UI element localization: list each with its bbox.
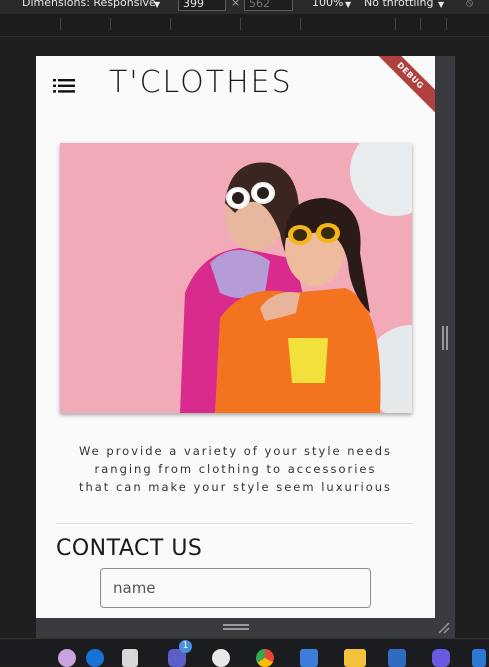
globe-icon[interactable] bbox=[86, 649, 104, 667]
mail-icon[interactable] bbox=[388, 649, 406, 667]
paint-icon[interactable] bbox=[58, 649, 76, 667]
rotate-icon[interactable]: ⦸ bbox=[466, 0, 473, 8]
devtools-toolbar: Dimensions: Responsive ▼ 399 × 562 100% … bbox=[0, 0, 489, 14]
height-input[interactable]: 562 bbox=[244, 0, 293, 11]
contact-heading: CONTACT US bbox=[56, 536, 203, 561]
menu-icon[interactable] bbox=[53, 78, 75, 97]
viewport-bottom-handle[interactable] bbox=[36, 618, 455, 638]
tick bbox=[110, 18, 111, 30]
dimensions-chevron-icon: ▼ bbox=[154, 0, 161, 9]
tick bbox=[395, 18, 396, 30]
store-icon[interactable] bbox=[472, 649, 486, 667]
tick bbox=[60, 18, 61, 30]
viewport-right-handle[interactable] bbox=[435, 56, 455, 618]
resize-grip-icon bbox=[223, 624, 249, 626]
myob-icon[interactable] bbox=[300, 649, 318, 667]
phone-icon[interactable] bbox=[212, 649, 230, 667]
name-field[interactable] bbox=[100, 568, 371, 608]
tick bbox=[420, 18, 421, 30]
tick bbox=[170, 18, 171, 30]
resize-grip-icon bbox=[442, 326, 444, 350]
divider bbox=[56, 523, 414, 524]
description-line: that can make your style seem luxurious bbox=[78, 480, 393, 494]
hero-image bbox=[60, 143, 412, 413]
teams-icon[interactable]: 1 bbox=[168, 640, 192, 667]
app-title: T'CLOTHES bbox=[109, 65, 293, 100]
resize-grip-icon bbox=[223, 628, 249, 630]
taskbar: 1 bbox=[0, 638, 489, 667]
times-icon: × bbox=[231, 0, 241, 9]
debug-banner: DEBUG bbox=[365, 56, 435, 121]
resize-grip-icon bbox=[446, 326, 448, 350]
device-viewport: T'CLOTHES DEBUG We provide a variety of … bbox=[36, 56, 435, 618]
description-line: We provide a variety of your style needs bbox=[78, 444, 392, 458]
tick bbox=[300, 18, 301, 30]
zoom-dropdown[interactable]: 100% bbox=[312, 0, 343, 8]
notification-badge: 1 bbox=[179, 640, 192, 653]
width-input[interactable]: 399 bbox=[178, 0, 226, 11]
window-icon[interactable] bbox=[122, 649, 138, 667]
media-query-bar bbox=[0, 14, 489, 37]
chrome-icon[interactable] bbox=[256, 649, 274, 667]
description: We provide a variety of your style needs… bbox=[36, 442, 435, 496]
folder-icon[interactable] bbox=[344, 649, 366, 667]
copilot-icon[interactable] bbox=[432, 649, 450, 667]
tick bbox=[446, 18, 447, 30]
description-line: ranging from clothing to accessories bbox=[94, 462, 377, 476]
throttling-dropdown[interactable]: No throttling bbox=[364, 0, 433, 8]
tick bbox=[240, 18, 241, 30]
dimensions-dropdown[interactable]: Dimensions: Responsive bbox=[22, 0, 156, 8]
throttling-chevron-icon: ▼ bbox=[438, 0, 445, 9]
zoom-chevron-icon: ▼ bbox=[345, 0, 352, 9]
corner-resize-icon[interactable] bbox=[438, 622, 450, 634]
